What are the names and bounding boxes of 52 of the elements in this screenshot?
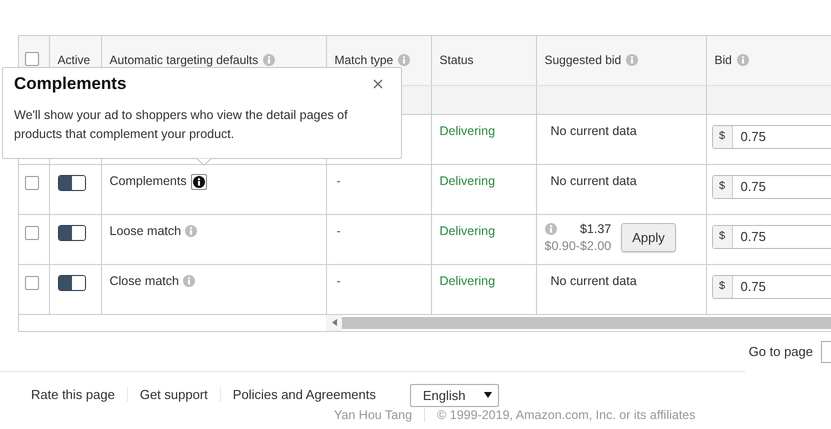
caret-down-icon — [484, 392, 492, 398]
status-text: Delivering — [440, 224, 496, 238]
column-header: Bid — [714, 53, 732, 68]
row-checkbox[interactable] — [25, 226, 39, 240]
column-header: Active — [58, 53, 90, 68]
author-credit: Yan Hou Tang — [334, 408, 412, 422]
currency-label: $ — [712, 126, 732, 148]
copyright-text: © 1999-2019, Amazon.com, Inc. or its affiliates — [437, 408, 696, 422]
targeting-name: Complements — [110, 174, 187, 189]
select-all-checkbox[interactable] — [25, 52, 39, 66]
match-type: - — [336, 224, 341, 238]
bid-field[interactable]: $ 0.75 — [712, 124, 831, 148]
bid-field[interactable]: $ 0.75 — [712, 224, 831, 248]
apply-button[interactable]: Apply — [621, 223, 676, 252]
scroll-left-button[interactable] — [326, 314, 342, 330]
row-checkbox[interactable] — [25, 176, 39, 190]
tooltip-title: Complements — [14, 74, 126, 94]
row-checkbox[interactable] — [25, 276, 39, 290]
bid-field[interactable]: $ 0.75 — [712, 174, 831, 198]
page-input[interactable] — [821, 340, 831, 362]
footer-link[interactable]: Rate this page — [31, 386, 128, 402]
status-text: Delivering — [440, 174, 496, 188]
scrollbar-thumb[interactable] — [342, 316, 831, 328]
currency-label: $ — [712, 176, 732, 198]
close-icon[interactable] — [373, 79, 383, 89]
match-type: - — [336, 274, 341, 288]
suggested-bid-text: No current data — [550, 274, 637, 288]
column-header: Match type — [334, 53, 394, 68]
suggested-bid-text: No current data — [550, 174, 637, 188]
match-type: - — [336, 174, 341, 188]
column-header: Status — [440, 53, 474, 68]
suggested-bid-range: $0.90-$2.00 — [544, 238, 612, 254]
footer-link[interactable]: Policies and Agreements — [232, 386, 388, 402]
suggested-bid-text: No current data — [550, 124, 637, 138]
suggested-bid-amount: $1.37 — [578, 222, 612, 236]
footer-link[interactable]: Get support — [140, 386, 221, 402]
language-select[interactable]: English — [410, 384, 499, 406]
active-toggle[interactable] — [58, 174, 86, 190]
active-toggle[interactable] — [58, 224, 86, 240]
targeting-name: Close match — [110, 274, 179, 288]
bid-field[interactable]: $ 0.75 — [712, 274, 831, 298]
caret-left-icon — [332, 319, 336, 326]
currency-label: $ — [712, 226, 732, 248]
targeting-name: Loose match — [110, 224, 182, 238]
column-header: Automatic targeting defaults — [110, 53, 258, 68]
status-text: Delivering — [440, 124, 496, 138]
status-text: Delivering — [440, 274, 496, 288]
active-toggle[interactable] — [58, 274, 86, 290]
currency-label: $ — [712, 276, 732, 298]
tooltip-text: We'll show your ad to shoppers who view the detail pages of products that complement your product. — [14, 107, 349, 143]
column-header: Suggested bid — [544, 53, 622, 68]
go-to-page-label: Go to page — [748, 344, 813, 359]
